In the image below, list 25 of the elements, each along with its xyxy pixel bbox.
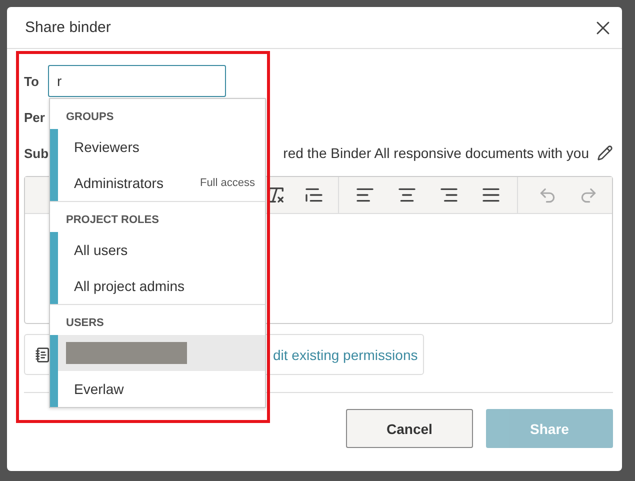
dialog-title: Share binder bbox=[25, 19, 111, 36]
item-label: Administrators bbox=[74, 175, 164, 191]
item-label: All users bbox=[74, 242, 128, 258]
access-note: Full access bbox=[200, 177, 255, 189]
edit-permissions-link[interactable]: dit existing permissions bbox=[273, 346, 418, 362]
dropdown-item[interactable] bbox=[50, 335, 265, 371]
item-label: All project admins bbox=[74, 278, 184, 294]
to-label: To bbox=[24, 74, 40, 88]
section-heading: GROUPS bbox=[65, 110, 115, 125]
section-heading: USERS bbox=[65, 316, 105, 331]
item-label: Reviewers bbox=[74, 139, 140, 155]
dropdown-item[interactable]: All users bbox=[50, 232, 265, 268]
section-heading: PROJECT ROLES bbox=[65, 213, 160, 228]
permissions-label: Per bbox=[24, 110, 46, 125]
subject-text: red the Binder All responsive documents with you bbox=[283, 145, 589, 161]
dropdown-item[interactable]: Everlaw bbox=[50, 371, 265, 407]
dropdown-item[interactable]: Administrators Full access bbox=[50, 165, 265, 201]
item-label: Everlaw bbox=[74, 381, 124, 397]
cancel-button[interactable]: Cancel bbox=[346, 409, 473, 448]
edit-pencil-icon[interactable] bbox=[597, 145, 613, 161]
subject-label: Sub bbox=[24, 146, 49, 160]
dropdown-item[interactable]: Reviewers bbox=[50, 129, 265, 165]
dropdown-item[interactable]: All project admins bbox=[50, 268, 265, 304]
to-input-field[interactable]: r bbox=[48, 65, 226, 97]
notebook-icon bbox=[35, 346, 51, 362]
